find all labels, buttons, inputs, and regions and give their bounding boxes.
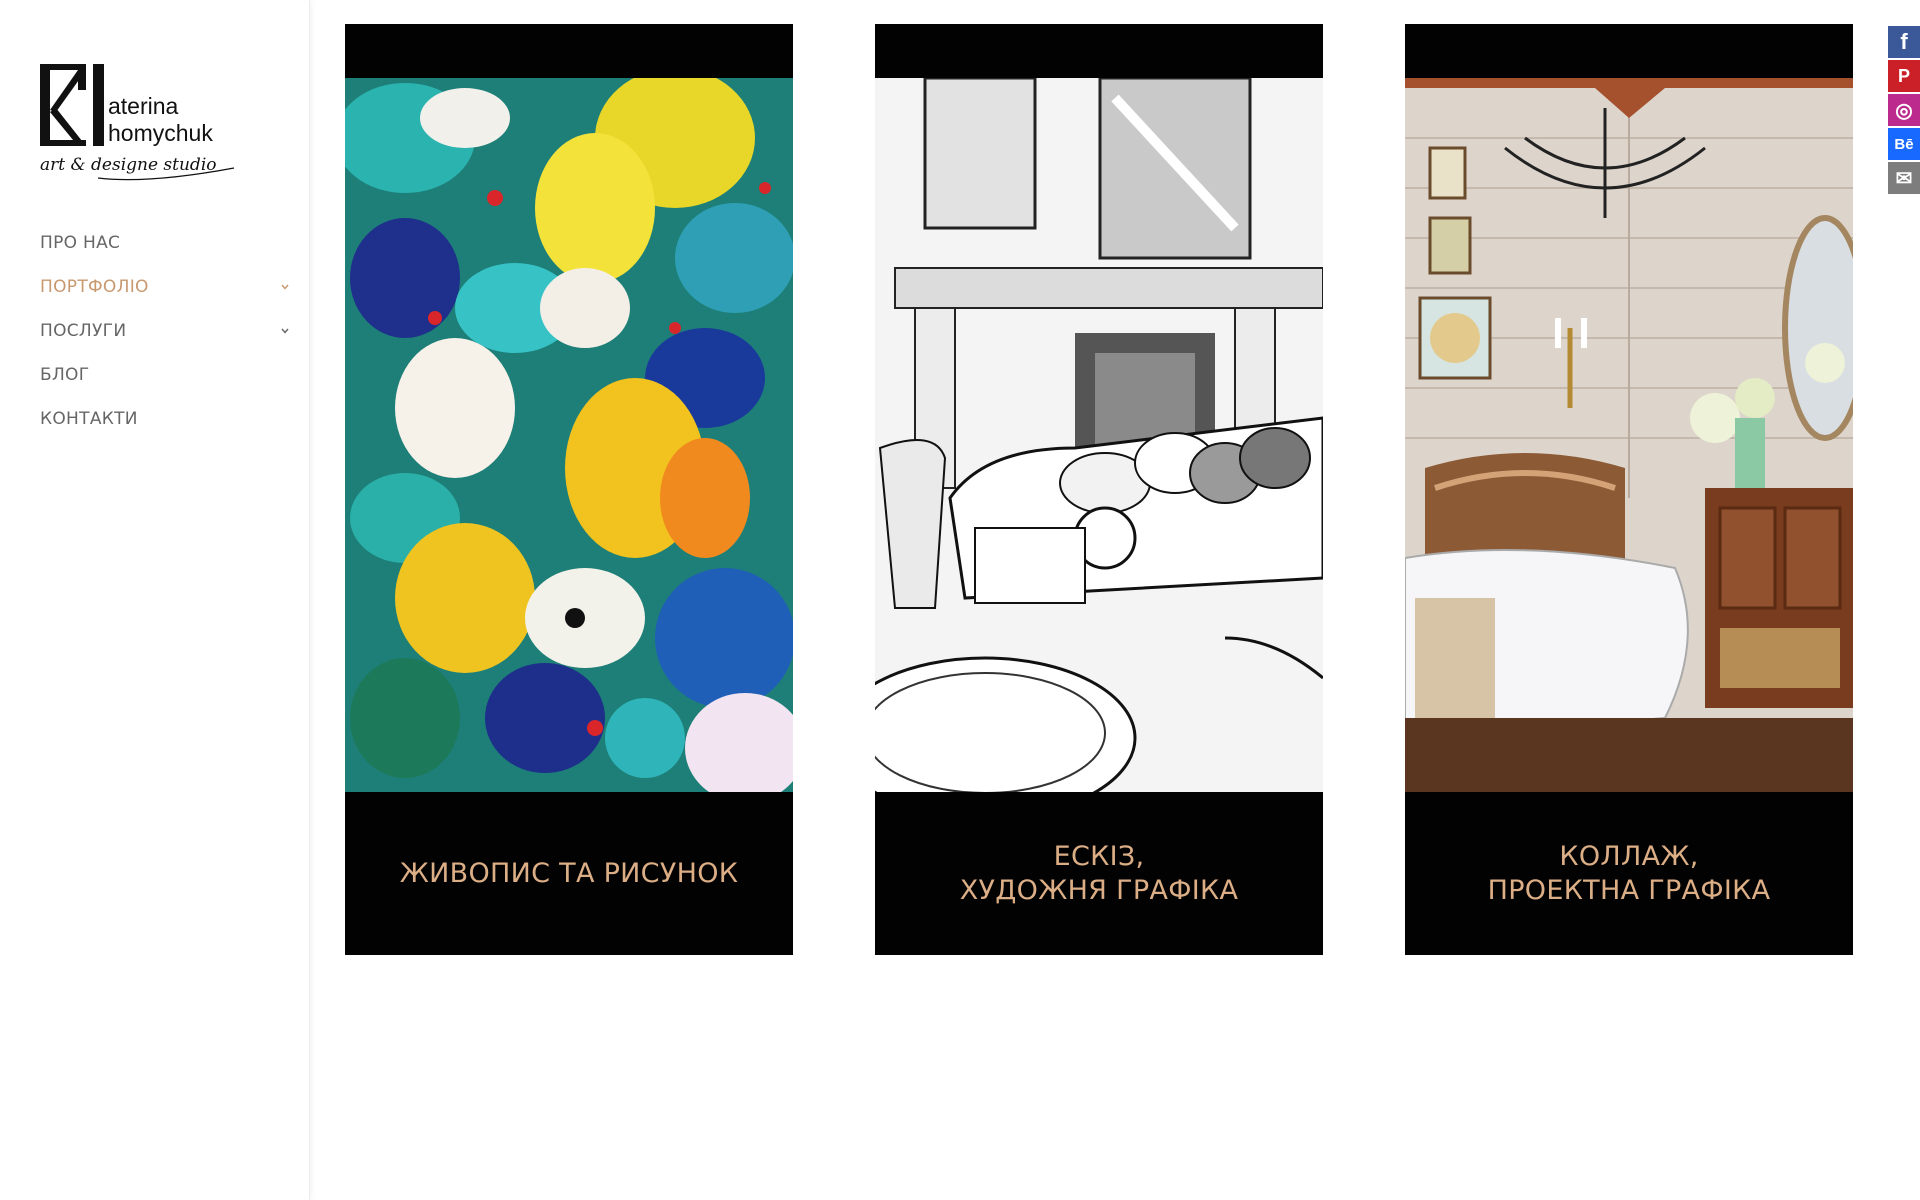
painting-flowers-image[interactable]: [345, 78, 793, 792]
caption-line1: КОЛЛАЖ,: [1559, 840, 1699, 872]
portfolio-card-sketch[interactable]: ЕСКІЗ, ХУДОЖНЯ ГРАФІКА: [875, 24, 1323, 955]
nav-item-portfolio[interactable]: ПОРТФОЛІО: [40, 270, 290, 314]
portfolio-card-painting[interactable]: ЖИВОПИС ТА РИСУНОК: [345, 24, 793, 955]
nav-item-contacts[interactable]: КОНТАКТИ: [40, 402, 290, 446]
nav-item-label: БЛОГ: [40, 365, 90, 385]
site-logo[interactable]: aterina homychuk art & designe studio: [38, 60, 248, 185]
card-caption: КОЛЛАЖ, ПРОЕКТНА ГРАФІКА: [1405, 792, 1853, 955]
caption-line2: ПРОЕКТНА ГРАФІКА: [1487, 874, 1771, 906]
chevron-down-icon[interactable]: [280, 282, 290, 292]
logo-graphic: aterina homychuk art & designe studio: [40, 64, 235, 181]
caption-line1: ЖИВОПИС ТА РИСУНОК: [399, 857, 739, 889]
behance-icon[interactable]: Bē: [1888, 128, 1920, 160]
social-bar: f P ◎ Bē ✉: [1888, 26, 1920, 196]
portfolio-card-collage[interactable]: КОЛЛАЖ, ПРОЕКТНА ГРАФІКА: [1405, 24, 1853, 955]
nav-item-services[interactable]: ПОСЛУГИ: [40, 314, 290, 358]
nav-item-about[interactable]: ПРО НАС: [40, 226, 290, 270]
logo-tagline: art & designe studio: [40, 155, 217, 175]
nav-item-blog[interactable]: БЛОГ: [40, 358, 290, 402]
sidebar: aterina homychuk art & designe studio ПР…: [0, 0, 310, 1200]
card-caption: ЖИВОПИС ТА РИСУНОК: [345, 792, 793, 955]
email-icon[interactable]: ✉: [1888, 162, 1920, 194]
nav-item-label: КОНТАКТИ: [40, 409, 138, 429]
main-nav: ПРО НАС ПОРТФОЛІО ПОСЛУГИ БЛОГ КОНТАКТИ: [40, 226, 290, 446]
collage-bathroom-image[interactable]: [1405, 78, 1853, 792]
logo-line1: aterina: [108, 93, 179, 119]
card-caption: ЕСКІЗ, ХУДОЖНЯ ГРАФІКА: [875, 792, 1323, 955]
pinterest-icon[interactable]: P: [1888, 60, 1920, 92]
caption-line1: ЕСКІЗ,: [1053, 840, 1145, 872]
instagram-icon[interactable]: ◎: [1888, 94, 1920, 126]
logo-line2: homychuk: [108, 120, 213, 146]
nav-item-label: ПОСЛУГИ: [40, 321, 127, 341]
nav-item-label: ПРО НАС: [40, 233, 121, 253]
caption-line2: ХУДОЖНЯ ГРАФІКА: [959, 874, 1239, 906]
facebook-icon[interactable]: f: [1888, 26, 1920, 58]
nav-item-label: ПОРТФОЛІО: [40, 277, 149, 297]
sketch-interior-image[interactable]: [875, 78, 1323, 792]
chevron-down-icon[interactable]: [280, 326, 290, 336]
